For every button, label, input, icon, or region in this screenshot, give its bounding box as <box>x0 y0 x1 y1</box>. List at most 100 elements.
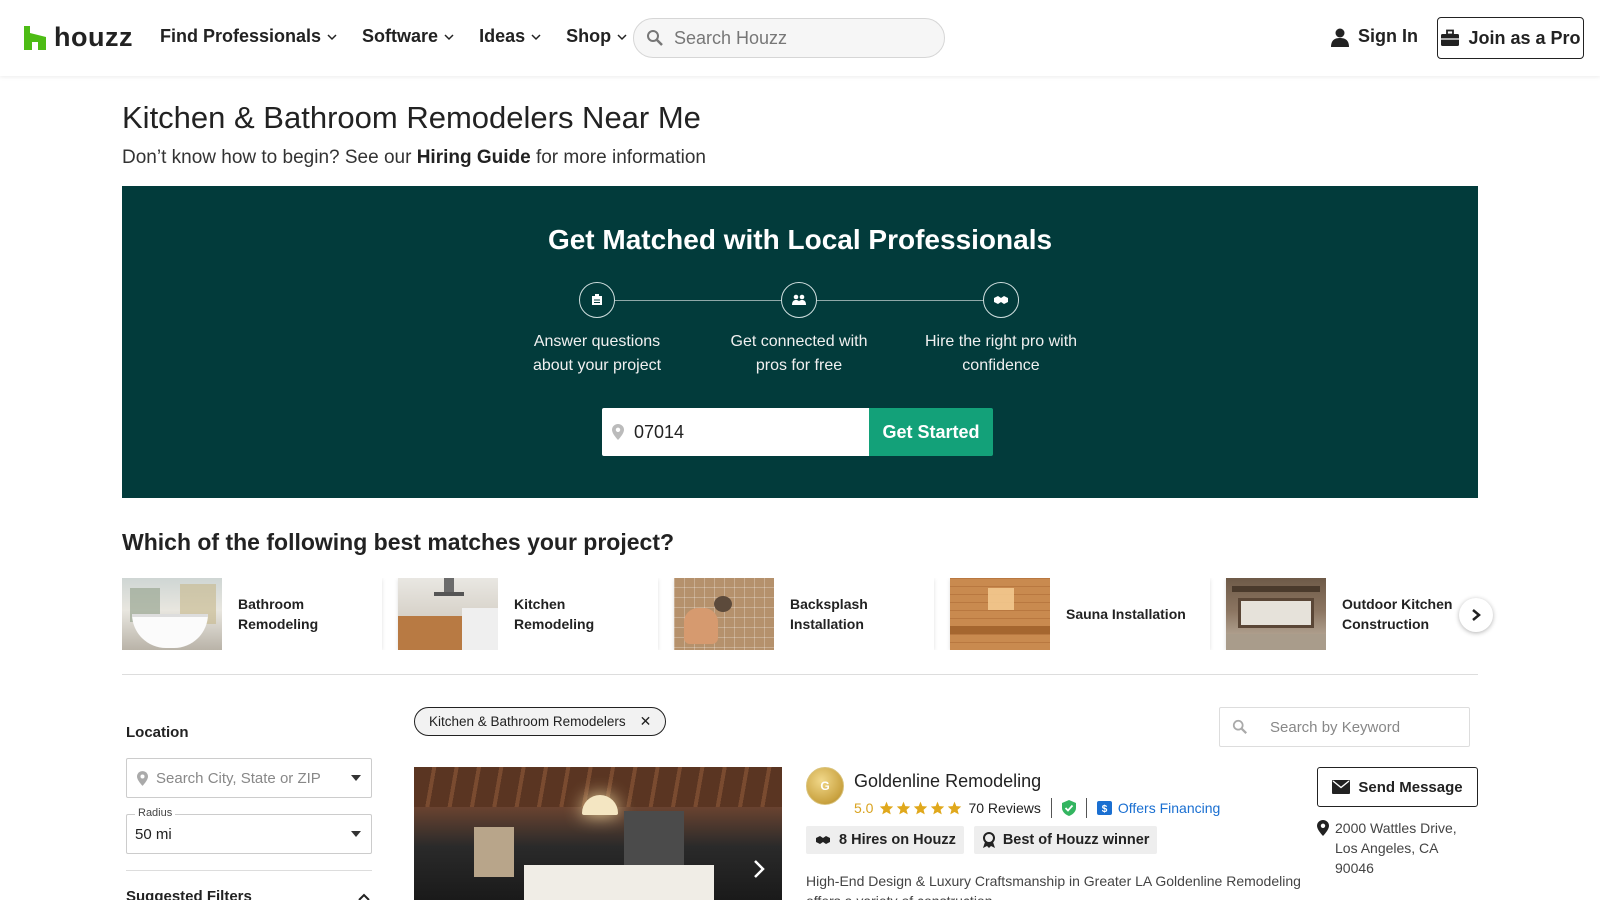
offers-financing-link[interactable]: $ Offers Financing <box>1096 800 1221 816</box>
financing-label: Offers Financing <box>1117 800 1221 816</box>
site-search[interactable] <box>633 18 945 58</box>
nav-find-professionals[interactable]: Find Professionals <box>160 26 338 47</box>
step-line: about your project <box>532 357 662 374</box>
hiring-guide-link[interactable]: Hiring Guide <box>417 147 531 168</box>
card-label-line: Remodeling <box>514 616 595 632</box>
people-icon <box>781 282 817 318</box>
step-line: pros for free <box>755 357 843 374</box>
award-ribbon-icon <box>982 832 995 848</box>
send-message-label: Send Message <box>1358 778 1463 796</box>
nav-label: Shop <box>566 26 612 46</box>
chip-label: Kitchen & Bathroom Remodelers <box>429 714 626 729</box>
card-label-line: Bathroom <box>238 596 305 612</box>
hires-badge-label: 8 Hires on Houzz <box>839 832 956 848</box>
step-text: Hire the right pro with confidence <box>906 330 1096 378</box>
houzz-logo[interactable]: houzz <box>24 22 133 53</box>
card-label: Backsplash Installation <box>774 594 868 634</box>
nav-label: Software <box>362 26 439 46</box>
banner-title: Get Matched with Local Professionals <box>547 224 1053 255</box>
zip-code-field[interactable] <box>602 408 869 456</box>
top-header: houzz Find Professionals Software Ideas … <box>0 0 1600 76</box>
briefcase-icon <box>1441 29 1460 46</box>
questionnaire-icon <box>579 282 615 318</box>
radius-value: 50 mi <box>135 826 172 843</box>
location-label: Location <box>126 724 189 741</box>
zip-code-input[interactable] <box>634 421 834 443</box>
location-select[interactable] <box>126 758 372 798</box>
project-type-carousel: Bathroom Remodeling Kitchen Remodeling B… <box>122 578 1478 650</box>
radius-select[interactable]: Radius 50 mi <box>126 807 372 854</box>
handshake-icon <box>816 836 830 844</box>
step-line: Get connected with <box>730 333 868 350</box>
get-started-button[interactable]: Get Started <box>869 408 993 456</box>
location-input[interactable] <box>156 769 336 787</box>
address-line: 2000 Wattles Drive, <box>1335 820 1457 836</box>
separator <box>1085 798 1087 818</box>
pro-rating-row: 5.0 70 Reviews $ Offers Financing <box>854 798 1220 818</box>
location-pin-icon <box>137 770 148 786</box>
envelope-icon <box>1332 780 1351 794</box>
kitchen-image <box>398 578 498 650</box>
houzz-logo-icon <box>24 25 46 50</box>
chevron-up-icon <box>358 893 370 900</box>
card-label-line: Outdoor Kitchen <box>1342 596 1453 612</box>
card-label-line: Kitchen <box>514 596 566 612</box>
step-line: Answer questions <box>533 333 661 350</box>
pro-description: High-End Design & Luxury Craftsmanship i… <box>806 873 1301 900</box>
project-card-bathroom-remodeling[interactable]: Bathroom Remodeling <box>122 578 382 650</box>
review-count-link[interactable]: 70 Reviews <box>968 800 1040 816</box>
star-icon <box>948 801 962 815</box>
subtitle-text: Don’t know how to begin? See our <box>122 147 417 168</box>
sign-in-link[interactable]: Sign In <box>1330 26 1418 47</box>
user-icon <box>1331 28 1349 47</box>
chevron-down-icon <box>444 33 454 40</box>
handshake-icon <box>983 282 1019 318</box>
card-label: Bathroom Remodeling <box>222 594 318 634</box>
suggested-filters-toggle[interactable]: Suggested Filters <box>126 888 252 900</box>
project-card-backsplash-installation[interactable]: Backsplash Installation <box>674 578 934 650</box>
pro-address: 2000 Wattles Drive, Los Angeles, CA 9004… <box>1317 818 1457 878</box>
project-card-sauna-installation[interactable]: Sauna Installation <box>950 578 1210 650</box>
card-label: Sauna Installation <box>1050 604 1186 624</box>
chevron-down-icon <box>617 33 627 40</box>
step-text: Get connected with pros for free <box>704 330 894 378</box>
best-of-houzz-badge: Best of Houzz winner <box>973 826 1158 854</box>
address-line: Los Angeles, CA <box>1335 840 1439 856</box>
close-icon[interactable]: ✕ <box>640 713 652 730</box>
join-pro-label: Join as a Pro <box>1468 27 1581 48</box>
step-hire-pro: Hire the right pro with confidence <box>906 282 1096 378</box>
address-line: 90046 <box>1335 860 1374 876</box>
project-card-outdoor-kitchen-construction[interactable]: Outdoor Kitchen Construction <box>1226 578 1478 650</box>
nav-software[interactable]: Software <box>362 26 455 47</box>
keyword-search[interactable] <box>1219 707 1470 747</box>
address-text: 2000 Wattles Drive, Los Angeles, CA 9004… <box>1335 818 1457 878</box>
card-label-line: Sauna Installation <box>1066 606 1186 622</box>
nav-ideas[interactable]: Ideas <box>479 26 542 47</box>
backsplash-image <box>674 578 774 650</box>
star-icon <box>931 801 945 815</box>
financing-icon: $ <box>1096 801 1112 815</box>
send-message-button[interactable]: Send Message <box>1317 767 1478 807</box>
hires-badge: 8 Hires on Houzz <box>806 826 964 854</box>
card-label-line: Installation <box>790 616 864 632</box>
step-text: Answer questions about your project <box>502 330 692 378</box>
nav-shop[interactable]: Shop <box>566 26 628 47</box>
chevron-right-icon[interactable] <box>752 858 766 880</box>
logo-text: houzz <box>54 22 133 52</box>
active-filter-chip[interactable]: Kitchen & Bathroom Remodelers ✕ <box>414 707 667 736</box>
keyword-search-input[interactable] <box>1270 718 1460 736</box>
site-search-input[interactable] <box>674 27 914 49</box>
join-as-pro-button[interactable]: Join as a Pro <box>1437 17 1584 59</box>
subtitle-text-end: for more information <box>530 147 706 168</box>
star-icon <box>914 801 928 815</box>
project-card-kitchen-remodeling[interactable]: Kitchen Remodeling <box>398 578 658 650</box>
pro-avatar[interactable]: G <box>806 767 844 805</box>
carousel-next-button[interactable] <box>1459 598 1493 632</box>
bathroom-image <box>122 578 222 650</box>
step-line: Hire the right pro with <box>924 333 1078 350</box>
page-title: Kitchen & Bathroom Remodelers Near Me <box>122 100 701 135</box>
pro-name[interactable]: Goldenline Remodeling <box>854 771 1041 792</box>
rating-stars <box>879 801 962 815</box>
pro-project-photo[interactable] <box>414 767 782 900</box>
location-pin-icon <box>612 424 624 440</box>
